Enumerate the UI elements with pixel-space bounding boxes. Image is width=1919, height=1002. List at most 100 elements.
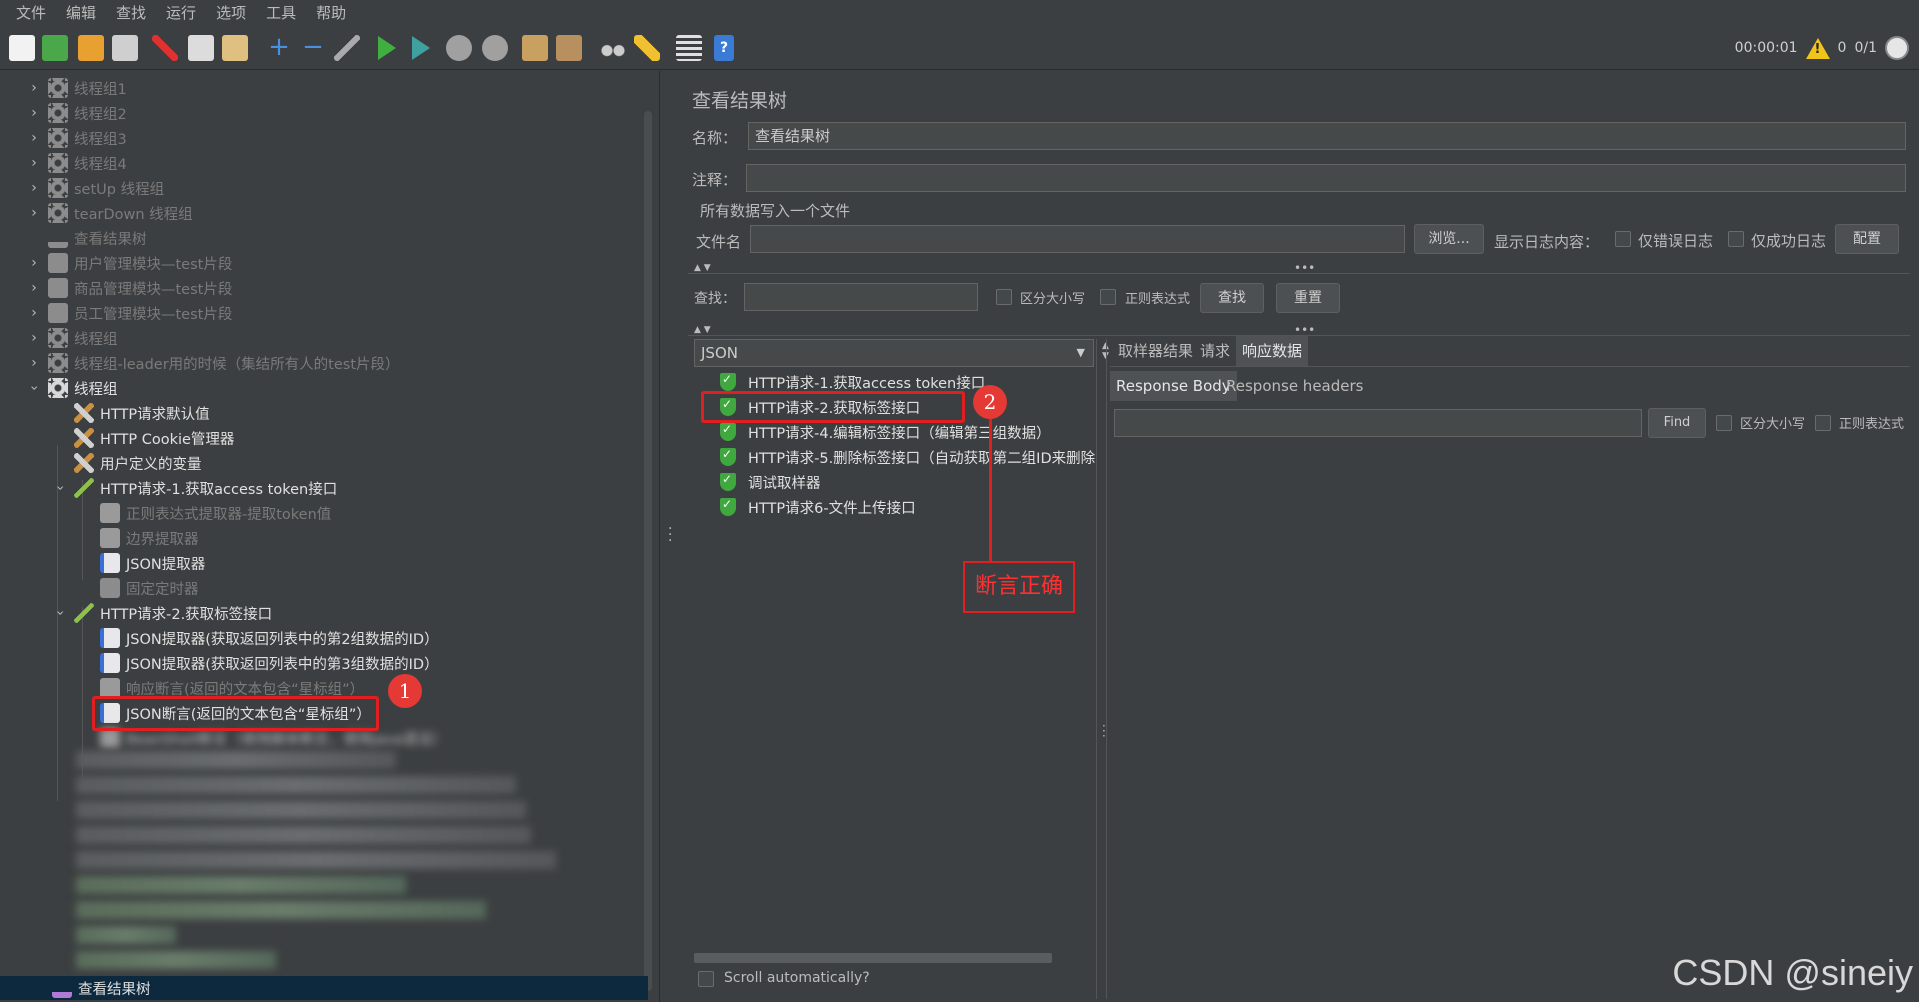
- collapse-arrows-icon[interactable]: ▲ ▼: [694, 325, 711, 335]
- splitter[interactable]: · · ·: [662, 71, 680, 1002]
- tree-item[interactable]: JSON提取器(获取返回列表中的第3组数据的ID）: [100, 651, 439, 675]
- collapse-arrows-icon[interactable]: ▲ ▼: [694, 263, 711, 273]
- tree-item[interactable]: 正则表达式提取器-提取token值: [100, 501, 331, 525]
- drag-handle-icon[interactable]: •••: [1294, 323, 1315, 337]
- tree-item[interactable]: › 线程组3: [26, 126, 127, 150]
- tree-item[interactable]: › tearDown 线程组: [26, 201, 193, 225]
- result-list-hscrollbar[interactable]: [694, 953, 1052, 963]
- tree-item[interactable]: › 用户管理模块—test片段: [26, 251, 232, 275]
- tree-item[interactable]: 用户定义的变量: [74, 451, 202, 475]
- chevron-right-icon[interactable]: ›: [26, 180, 42, 196]
- tab-sampler-result[interactable]: 取样器结果: [1112, 336, 1199, 366]
- tree-item[interactable]: › HTTP请求-1.获取access token接口: [52, 476, 337, 500]
- response-case-checkbox[interactable]: [1716, 415, 1732, 431]
- renderer-select[interactable]: JSON ▼: [694, 339, 1094, 367]
- expand-icon[interactable]: +: [266, 34, 292, 61]
- save-icon[interactable]: [112, 35, 138, 61]
- subtab-response-body[interactable]: Response Body: [1110, 371, 1237, 401]
- tree-scrollbar[interactable]: [644, 111, 652, 991]
- clear-all-icon[interactable]: [556, 35, 582, 61]
- errors-only-checkbox[interactable]: [1615, 231, 1631, 247]
- result-item[interactable]: HTTP请求-4.编辑标签接口（编辑第三组数据）: [720, 420, 1051, 444]
- toggle-icon[interactable]: [334, 35, 360, 61]
- result-item[interactable]: HTTP请求-5.删除标签接口（自动获取第二组ID来删除: [720, 445, 1118, 469]
- tree-item[interactable]: JSON提取器: [100, 551, 205, 575]
- subtab-response-headers[interactable]: Response headers: [1220, 371, 1369, 401]
- chevron-right-icon[interactable]: ›: [26, 130, 42, 146]
- reset-search-icon[interactable]: [634, 35, 660, 61]
- response-regex-checkbox[interactable]: [1815, 415, 1831, 431]
- find-button[interactable]: 查找: [1200, 283, 1264, 313]
- tree-item[interactable]: › 员工管理模块—test片段: [26, 301, 232, 325]
- response-find-button[interactable]: Find: [1648, 408, 1706, 438]
- name-field[interactable]: 查看结果树: [748, 122, 1906, 150]
- result-item[interactable]: 调试取样器: [720, 470, 821, 494]
- warning-icon[interactable]: [1805, 37, 1830, 59]
- reset-button[interactable]: 重置: [1276, 283, 1340, 313]
- response-find-input[interactable]: [1114, 409, 1642, 437]
- tab-request[interactable]: 请求: [1194, 336, 1236, 366]
- binoculars-icon[interactable]: [598, 35, 628, 61]
- menu-file[interactable]: 文件: [6, 0, 56, 26]
- tree-item[interactable]: › 线程组2: [26, 101, 127, 125]
- search-input[interactable]: [744, 283, 978, 311]
- start-icon[interactable]: [378, 36, 396, 60]
- chevron-down-icon[interactable]: ›: [26, 380, 42, 396]
- scroll-auto-checkbox[interactable]: [698, 971, 714, 987]
- templates-icon[interactable]: [42, 35, 68, 61]
- menu-help[interactable]: 帮助: [306, 0, 356, 26]
- menu-search[interactable]: 查找: [106, 0, 156, 26]
- help-icon[interactable]: ?: [714, 35, 734, 61]
- tree-item[interactable]: › 线程组: [26, 376, 118, 400]
- browse-button[interactable]: 浏览...: [1414, 224, 1484, 254]
- tree-item[interactable]: › 线程组-leader用的时候（集结所有人的test片段）: [26, 351, 400, 375]
- clear-icon[interactable]: [522, 35, 548, 61]
- tree-item[interactable]: › 线程组4: [26, 151, 127, 175]
- regex-checkbox[interactable]: [1100, 289, 1116, 305]
- cut-icon[interactable]: [152, 35, 178, 61]
- tree-item[interactable]: JSON提取器(获取返回列表中的第2组数据的ID）: [100, 626, 439, 650]
- tree-item[interactable]: › 商品管理模块—test片段: [26, 276, 232, 300]
- copy-icon[interactable]: [188, 35, 214, 61]
- tree-item[interactable]: HTTP请求默认值: [74, 401, 210, 425]
- tree-item[interactable]: 查看结果树: [48, 226, 147, 250]
- chevron-right-icon[interactable]: ›: [26, 80, 42, 96]
- chevron-down-icon[interactable]: ›: [52, 480, 68, 496]
- tree-item[interactable]: › 线程组: [26, 326, 118, 350]
- chevron-right-icon[interactable]: ›: [26, 155, 42, 171]
- tree-item[interactable]: 固定定时器: [100, 576, 199, 600]
- tree-item[interactable]: › 线程组1: [26, 76, 127, 100]
- tree-item[interactable]: 边界提取器: [100, 526, 199, 550]
- tree-item[interactable]: HTTP Cookie管理器: [74, 426, 234, 450]
- tree-item[interactable]: › setUp 线程组: [26, 176, 164, 200]
- start-no-pauses-icon[interactable]: [412, 36, 430, 60]
- case-sensitive-checkbox[interactable]: [996, 289, 1012, 305]
- function-helper-icon[interactable]: [676, 35, 702, 61]
- chevron-right-icon[interactable]: ›: [26, 305, 42, 321]
- configure-button[interactable]: 配置: [1835, 224, 1899, 254]
- filename-field[interactable]: [750, 225, 1405, 253]
- collapse-icon[interactable]: −: [300, 34, 326, 61]
- menu-options[interactable]: 选项: [206, 0, 256, 26]
- tab-response-data[interactable]: 响应数据: [1236, 336, 1309, 366]
- drag-handle-icon[interactable]: •••: [1294, 261, 1315, 275]
- success-only-checkbox[interactable]: [1728, 231, 1744, 247]
- tree-item[interactable]: 查看结果树: [52, 976, 151, 1000]
- remote-icon[interactable]: [1885, 36, 1909, 60]
- menu-tools[interactable]: 工具: [256, 0, 306, 26]
- shutdown-icon[interactable]: [482, 35, 508, 61]
- chevron-right-icon[interactable]: ›: [26, 355, 42, 371]
- open-icon[interactable]: [78, 35, 104, 61]
- chevron-right-icon[interactable]: ›: [26, 330, 42, 346]
- chevron-right-icon[interactable]: ›: [26, 205, 42, 221]
- stop-icon[interactable]: [446, 35, 472, 61]
- chevron-down-icon[interactable]: ›: [52, 605, 68, 621]
- chevron-right-icon[interactable]: ›: [26, 105, 42, 121]
- detail-splitter[interactable]: ▲▼ ···: [1100, 339, 1110, 999]
- chevron-right-icon[interactable]: ›: [26, 255, 42, 271]
- tree-item[interactable]: › HTTP请求-2.获取标签接口: [52, 601, 272, 625]
- result-item[interactable]: HTTP请求6-文件上传接口: [720, 495, 916, 519]
- comment-field[interactable]: [746, 164, 1906, 192]
- paste-icon[interactable]: [222, 35, 248, 61]
- chevron-right-icon[interactable]: ›: [26, 280, 42, 296]
